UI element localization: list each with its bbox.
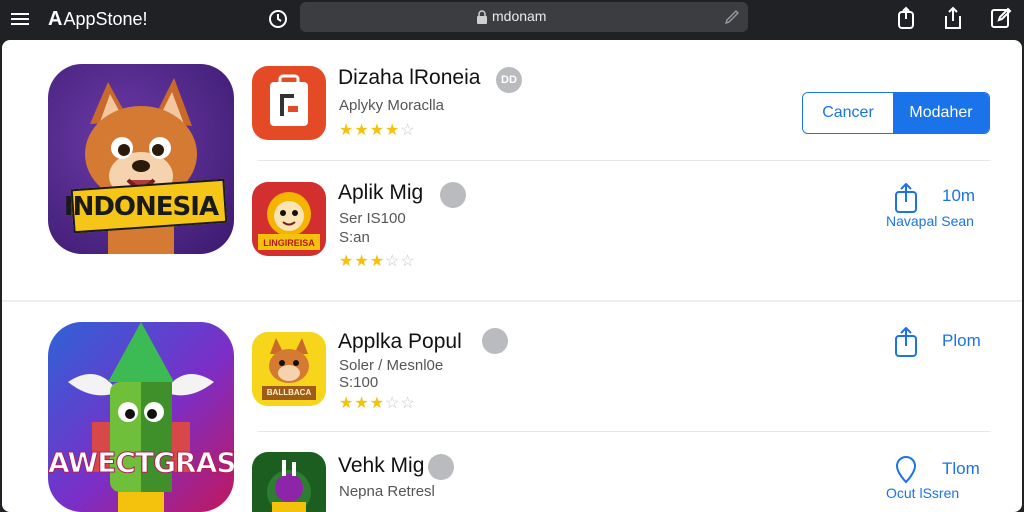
share-icon[interactable] — [893, 182, 919, 214]
app-icon-text: LINGIREISA — [263, 238, 315, 248]
app-subtitle-3b: S:100 — [339, 374, 379, 391]
clipboard-icon — [270, 74, 308, 126]
app-subtitle-2: Ser IS100 — [339, 210, 406, 227]
section-divider — [2, 300, 1022, 302]
app-badge-2 — [440, 182, 466, 208]
browser-toolbar: A AppStone! mdonam — [0, 0, 1024, 38]
history-icon[interactable] — [266, 7, 290, 31]
game-icon — [267, 460, 311, 512]
rocket-mascot-icon — [68, 322, 214, 512]
app-badge-4 — [428, 454, 454, 480]
app-icon-text-3: BALLBACA — [266, 388, 312, 397]
app-icon-2[interactable]: LINGIREISA — [252, 182, 326, 256]
share-icon-2[interactable] — [893, 326, 919, 358]
app-title[interactable]: Dizaha lRoneia — [338, 66, 480, 90]
edit-icon[interactable] — [724, 9, 740, 25]
app-title-3[interactable]: Applka Popul — [338, 330, 462, 354]
address-bar[interactable]: mdonam — [300, 2, 748, 32]
app-title-4[interactable]: Vehk Mig — [338, 454, 424, 478]
row-divider-2 — [258, 431, 990, 432]
url-text: mdonam — [492, 8, 547, 24]
app-badge: DD — [496, 67, 522, 93]
share-icon[interactable] — [895, 6, 917, 30]
app-subtitle-4: Nepna Retresl — [339, 483, 435, 500]
logo-text: AppStone! — [63, 8, 148, 29]
compose-icon[interactable] — [990, 6, 1012, 30]
app-subtitle-2b: S:an — [339, 229, 370, 246]
location-pin-icon[interactable] — [893, 454, 919, 486]
action-sublabel[interactable]: Navapal Sean — [886, 213, 974, 229]
star-rating-3: ★★★☆☆ — [339, 395, 416, 412]
star-rating-2: ★★★☆☆ — [339, 253, 416, 270]
modaher-button[interactable]: Modaher — [893, 93, 989, 133]
lock-icon — [477, 10, 487, 24]
hamburger-menu-icon[interactable] — [10, 9, 30, 29]
action-label[interactable]: 10m — [942, 186, 975, 206]
action-button-group: Cancer Modaher — [802, 92, 990, 134]
app-icon-4[interactable] — [252, 452, 326, 512]
featured-app-image[interactable]: INDONESIA — [48, 64, 234, 254]
action-label-3[interactable]: Plom — [942, 331, 981, 351]
action-label-4[interactable]: Tlom — [942, 459, 980, 479]
app-badge-3 — [482, 328, 508, 354]
star-rating: ★★★★☆ — [339, 122, 416, 139]
app-subtitle-3: Soler / Mesnl0e — [339, 357, 444, 374]
app-icon-3[interactable]: BALLBACA — [252, 332, 326, 406]
hero-title-2: AWECTGRAS — [48, 446, 234, 480]
app-list-panel: INDONESIA AWECTGRAS Dizaha lRoneia DD Ap… — [2, 40, 1022, 512]
app-icon[interactable] — [252, 66, 326, 140]
app-subtitle: Aplyky Moraclla — [339, 97, 445, 114]
hero-title: INDONESIA — [63, 192, 219, 222]
cancel-button[interactable]: Cancer — [803, 93, 893, 133]
app-store-logo[interactable]: A AppStone! — [48, 6, 148, 32]
upload-icon[interactable] — [942, 6, 964, 30]
logo-letter: A — [48, 7, 63, 30]
row-divider — [258, 160, 990, 161]
app-title-2[interactable]: Aplik Mig — [338, 181, 423, 205]
action-sublabel-4[interactable]: Ocut lSsren — [886, 485, 959, 501]
featured-app-image-2[interactable]: AWECTGRAS — [48, 322, 234, 512]
